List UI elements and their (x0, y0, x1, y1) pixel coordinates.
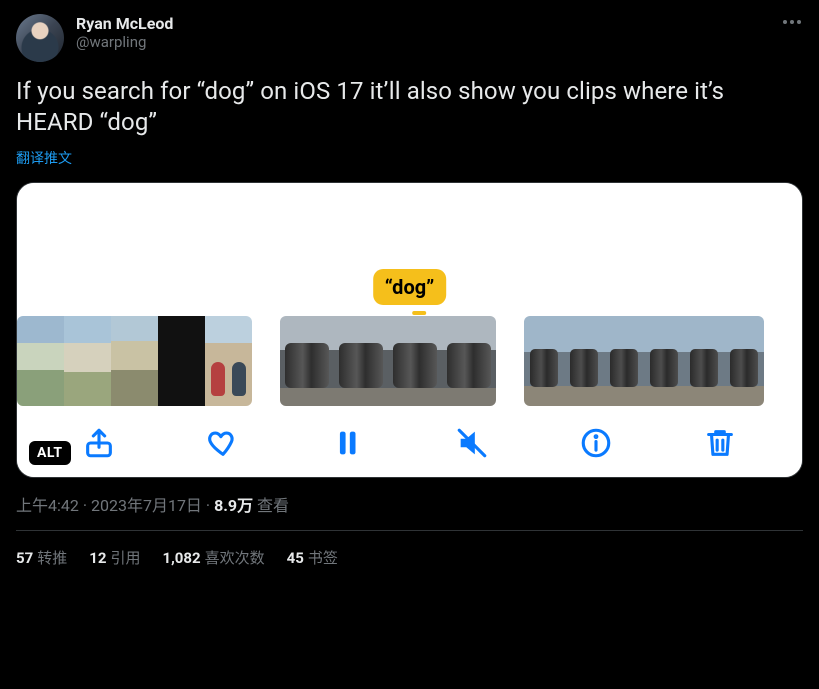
more-icon[interactable] (783, 14, 803, 24)
tweet-media-card[interactable]: “dog” (16, 182, 803, 478)
clip-thumb[interactable] (724, 316, 764, 406)
heart-icon[interactable] (201, 421, 245, 465)
clip-thumb[interactable] (604, 316, 644, 406)
author-name: Ryan McLeod (76, 14, 173, 33)
clip-thumb[interactable] (524, 316, 564, 406)
bookmarks-stat[interactable]: 45书签 (287, 547, 338, 568)
clip-group[interactable] (17, 316, 252, 406)
translate-link[interactable]: 翻译推文 (16, 148, 803, 168)
tweet-stats: 57转推 12引用 1,082喜欢次数 45书签 (16, 531, 803, 568)
tweet-date[interactable]: 2023年7月17日 (91, 496, 202, 515)
media-preview-top: “dog” (17, 183, 802, 313)
avatar[interactable] (16, 14, 64, 62)
clip-thumb[interactable] (564, 316, 604, 406)
tweet-text: If you search for “dog” on iOS 17 it’ll … (16, 76, 803, 138)
share-icon[interactable] (77, 421, 121, 465)
search-term-tag: “dog” (373, 269, 447, 305)
retweets-stat[interactable]: 57转推 (16, 547, 67, 568)
mute-icon[interactable] (450, 421, 494, 465)
clip-thumb[interactable] (644, 316, 684, 406)
clip-thumb[interactable] (158, 316, 205, 406)
pause-icon[interactable] (325, 421, 369, 465)
clip-thumb[interactable] (111, 316, 158, 406)
tweet-meta: 上午4:42 · 2023年7月17日 · 8.9万 查看 (16, 492, 803, 516)
tweet-time[interactable]: 上午4:42 (16, 496, 79, 515)
views-label: 查看 (253, 496, 289, 515)
clip-group[interactable] (524, 316, 764, 406)
media-controls (17, 409, 802, 477)
quotes-stat[interactable]: 12引用 (89, 547, 140, 568)
clip-thumb[interactable] (205, 316, 252, 406)
author-block[interactable]: Ryan McLeod @warpling (76, 14, 173, 51)
views-count: 8.9万 (214, 496, 253, 515)
alt-badge[interactable]: ALT (29, 441, 71, 465)
trash-icon[interactable] (698, 421, 742, 465)
video-timeline[interactable] (17, 313, 802, 409)
clip-thumb[interactable] (334, 316, 388, 406)
info-icon[interactable] (574, 421, 618, 465)
tweet-header: Ryan McLeod @warpling (16, 14, 803, 62)
clip-group[interactable] (280, 316, 496, 406)
tweet-container: Ryan McLeod @warpling If you search for … (0, 0, 819, 568)
likes-stat[interactable]: 1,082喜欢次数 (162, 547, 264, 568)
clip-thumb[interactable] (442, 316, 496, 406)
author-handle: @warpling (76, 33, 173, 51)
clip-thumb[interactable] (280, 316, 334, 406)
clip-thumb[interactable] (17, 316, 64, 406)
clip-thumb[interactable] (388, 316, 442, 406)
clip-thumb[interactable] (684, 316, 724, 406)
clip-thumb[interactable] (64, 316, 111, 406)
